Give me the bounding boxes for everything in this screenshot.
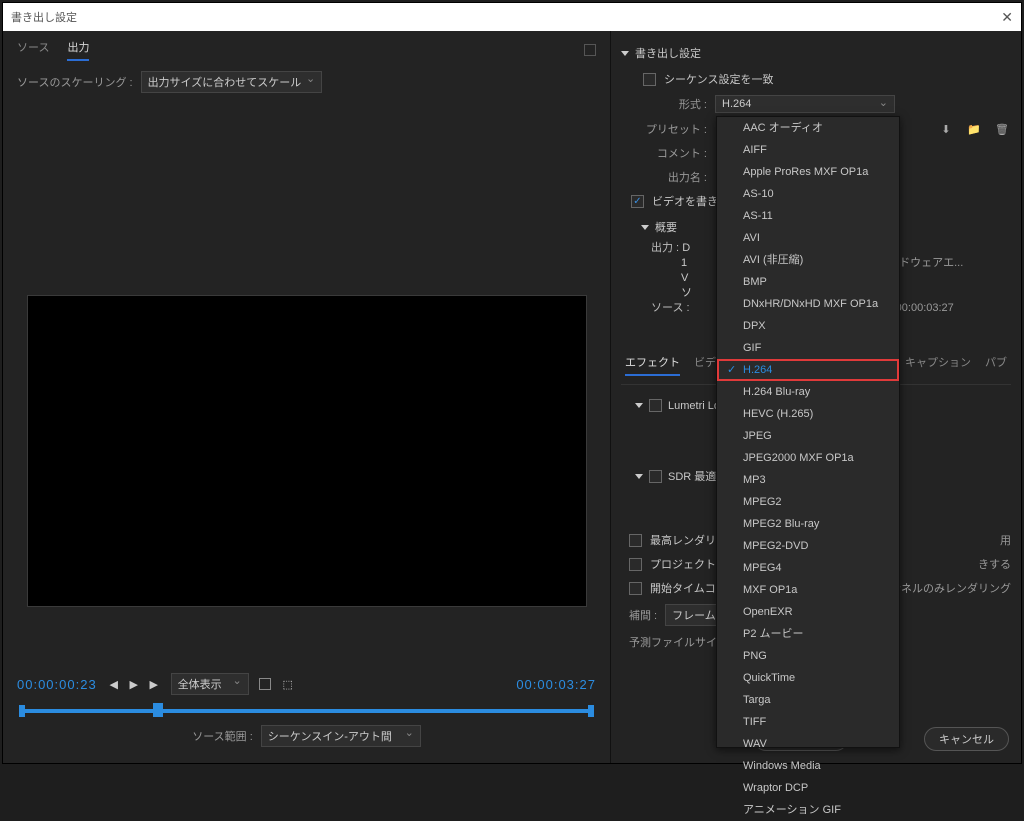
preset-label: プリセット : [643,121,707,137]
fit-button[interactable] [584,44,596,56]
format-option[interactable]: JPEG2000 MXF OP1a [717,447,899,469]
delete-preset-icon[interactable]: 🗑 [993,121,1011,137]
chevron-down-icon[interactable] [621,51,629,56]
aspect-icon[interactable] [259,678,271,690]
tab-output[interactable]: 出力 [67,39,89,61]
next-frame-icon[interactable]: ▶ [147,677,161,691]
format-option[interactable]: MPEG2 [717,491,899,513]
format-label: 形式 : [643,96,707,112]
format-option[interactable]: MPEG2-DVD [717,535,899,557]
format-option[interactable]: アニメーション GIF [717,799,899,821]
format-option[interactable]: JPEG [717,425,899,447]
format-option[interactable]: H.264 [717,359,899,381]
format-option[interactable]: OpenEXR [717,601,899,623]
scale-label: ソースのスケーリング : [17,74,133,90]
range-start-handle[interactable] [19,705,25,717]
format-option[interactable]: WAV [717,733,899,755]
comment-label: コメント : [643,145,707,161]
format-option[interactable]: AVI (非圧縮) [717,249,899,271]
range-end-handle[interactable] [588,705,594,717]
left-pane: ソース 出力 ソースのスケーリング : 出力サイズに合わせてスケール 00:00… [3,31,611,763]
import-preset-icon[interactable]: 📁 [965,121,983,137]
tab-source[interactable]: ソース [17,39,49,61]
lumetri-checkbox[interactable] [649,399,662,412]
timecode-out: 00:00:03:27 [516,677,596,692]
format-option[interactable]: Targa [717,689,899,711]
format-option[interactable]: AIFF [717,139,899,161]
format-option[interactable]: MPEG4 [717,557,899,579]
range-fill [19,709,594,713]
playhead-handle[interactable] [153,703,163,717]
format-option[interactable]: MPEG2 Blu-ray [717,513,899,535]
format-dropdown[interactable]: AAC オーディオAIFFApple ProRes MXF OP1aAS-10A… [716,116,900,748]
format-option[interactable]: MP3 [717,469,899,491]
export-settings-header[interactable]: 書き出し設定 [621,39,1011,67]
format-option[interactable]: MXF OP1a [717,579,899,601]
format-option[interactable]: PNG [717,645,899,667]
match-sequence-checkbox[interactable] [643,73,656,86]
format-option[interactable]: AAC オーディオ [717,117,899,139]
tab-caption[interactable]: キャプション [905,354,971,376]
save-preset-icon[interactable]: ⬇ [937,121,955,137]
chevron-down-icon[interactable] [641,225,649,230]
format-option[interactable]: GIF [717,337,899,359]
chevron-down-icon[interactable] [635,474,643,479]
format-option[interactable]: H.264 Blu-ray [717,381,899,403]
close-icon[interactable]: ✕ [1001,9,1013,26]
output-name-label: 出力名 : [643,169,707,185]
play-icon[interactable]: ▶ [127,677,141,691]
max-render-checkbox[interactable] [629,534,642,547]
tab-publish[interactable]: パブ [985,354,1007,376]
export-video-label: ビデオを書き [652,193,718,209]
format-option[interactable]: AS-10 [717,183,899,205]
format-option[interactable]: Windows Media [717,755,899,777]
scale-select[interactable]: 出力サイズに合わせてスケール [141,71,323,93]
format-option[interactable]: DNxHR/DNxHD MXF OP1a [717,293,899,315]
range-slider[interactable] [19,709,594,713]
format-option[interactable]: QuickTime [717,667,899,689]
format-option[interactable]: DPX [717,315,899,337]
interp-label: 補間 : [629,607,657,623]
format-option[interactable]: HEVC (H.265) [717,403,899,425]
source-range-label: ソース範囲 : [192,728,253,744]
format-option[interactable]: Wraptor DCP [717,777,899,799]
est-size-label: 予測ファイルサイズ [629,634,728,650]
timeline-controls: 00:00:00:23 ◀ ▶ ▶ 全体表示 ⬚ 00:00:03:27 [3,663,610,763]
import-project-checkbox[interactable] [629,558,642,571]
crop-icon[interactable]: ⬚ [281,677,295,691]
export-video-checkbox[interactable] [631,195,644,208]
cancel-button[interactable]: キャンセル [924,727,1009,751]
prev-frame-icon[interactable]: ◀ [107,677,121,691]
titlebar: 書き出し設定 ✕ [3,3,1021,31]
preview-area [3,99,610,663]
format-option[interactable]: Apple ProRes MXF OP1a [717,161,899,183]
format-select[interactable]: H.264 [715,95,895,113]
start-timecode-checkbox[interactable] [629,582,642,595]
sdr-checkbox[interactable] [649,470,662,483]
format-option[interactable]: AS-11 [717,205,899,227]
zoom-select[interactable]: 全体表示 [171,673,249,695]
format-option[interactable]: BMP [717,271,899,293]
format-option[interactable]: AVI [717,227,899,249]
tab-effects[interactable]: エフェクト [625,354,680,376]
format-option[interactable]: P2 ムービー [717,623,899,645]
window-title: 書き出し設定 [11,9,77,25]
timecode-in[interactable]: 00:00:00:23 [17,677,97,692]
format-option[interactable]: TIFF [717,711,899,733]
source-output-tabs: ソース 出力 [3,31,610,65]
chevron-down-icon[interactable] [635,403,643,408]
source-range-select[interactable]: シーケンスイン-アウト間 [261,725,421,747]
match-sequence-label: シーケンス設定を一致 [664,71,773,87]
preview-canvas [27,295,587,607]
